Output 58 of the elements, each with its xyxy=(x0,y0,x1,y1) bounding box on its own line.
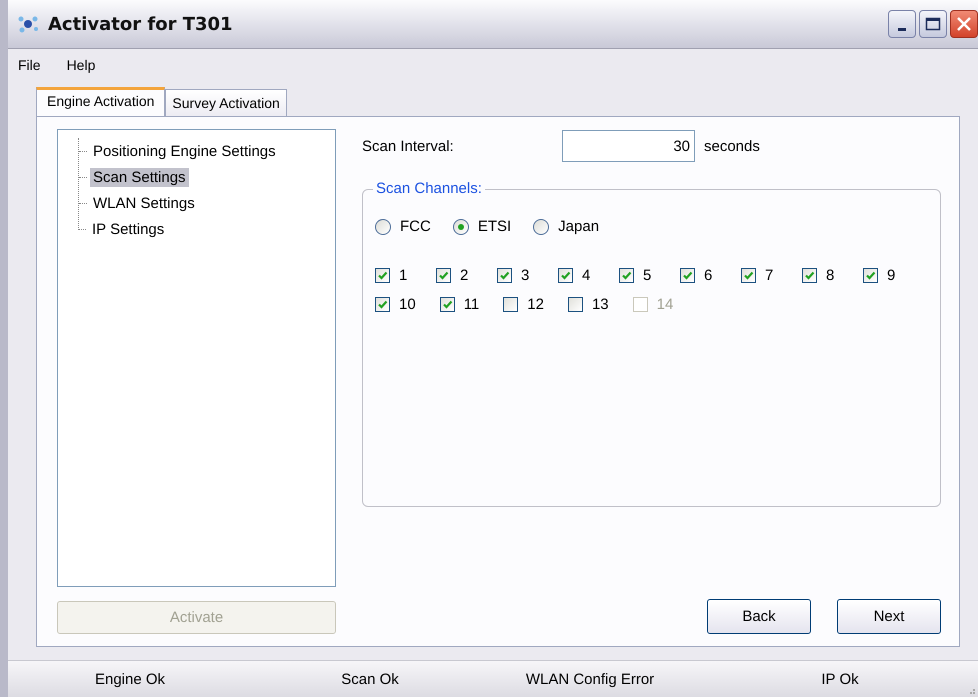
status-text: IP Ok xyxy=(821,670,859,688)
checkbox[interactable] xyxy=(440,297,455,312)
checkbox[interactable] xyxy=(497,268,512,283)
checkbox-label: 3 xyxy=(521,267,530,284)
field-label: Scan Interval: xyxy=(362,138,455,154)
checkbox-label: 2 xyxy=(460,267,470,284)
molecule-icon xyxy=(18,15,40,33)
status-text: Scan Ok xyxy=(341,670,399,688)
nav-button[interactable]: Next xyxy=(837,599,941,634)
minimize-icon xyxy=(898,28,906,30)
status-text: WLAN Config Error xyxy=(526,670,654,688)
checkbox-label: 13 xyxy=(592,296,609,313)
radio-label: ETSI xyxy=(478,218,512,235)
checkbox-label: 1 xyxy=(399,267,408,284)
checkbox[interactable] xyxy=(619,268,634,283)
status-text: Engine Ok xyxy=(94,670,166,688)
window-title: Activator for T301 xyxy=(48,14,234,34)
radio-label: Japan xyxy=(558,218,600,235)
checkbox[interactable] xyxy=(436,268,451,283)
checkbox[interactable] xyxy=(568,297,583,312)
checkbox-label: 12 xyxy=(527,296,544,313)
tree-item[interactable]: IP Settings xyxy=(89,220,168,238)
unit-label: seconds xyxy=(704,138,760,154)
checkbox-label: 8 xyxy=(826,267,836,284)
close-icon xyxy=(956,16,972,32)
checkbox[interactable] xyxy=(802,268,817,283)
tree-item[interactable]: Scan Settings xyxy=(90,168,189,186)
minimize-button[interactable] xyxy=(888,10,916,38)
tree-item[interactable]: WLAN Settings xyxy=(90,194,198,212)
checkbox-label: 5 xyxy=(643,267,652,284)
radio-button[interactable] xyxy=(375,218,391,234)
maximize-button[interactable] xyxy=(919,10,947,38)
nav-button[interactable]: Back xyxy=(707,599,811,634)
checkbox-label: 14 xyxy=(656,296,674,313)
checkbox[interactable] xyxy=(375,268,390,283)
checkbox[interactable] xyxy=(375,297,390,312)
checkbox-label: 7 xyxy=(765,267,774,284)
radio-label: FCC xyxy=(400,218,431,235)
radio-button[interactable] xyxy=(533,218,550,234)
radio-button[interactable] xyxy=(452,218,469,234)
tab[interactable]: Survey Activation xyxy=(165,89,287,116)
checkbox-label: 9 xyxy=(887,267,896,284)
close-button[interactable] xyxy=(950,10,978,38)
checkbox-label: 4 xyxy=(582,267,592,284)
checkbox[interactable] xyxy=(741,268,756,283)
checkbox-label: 10 xyxy=(399,296,416,313)
checkbox[interactable] xyxy=(863,268,878,283)
checkbox[interactable] xyxy=(680,268,695,283)
input-field[interactable]: 30 xyxy=(562,130,695,162)
tab[interactable]: Engine Activation xyxy=(36,87,166,117)
checkbox[interactable] xyxy=(558,268,573,283)
menu-item[interactable]: File xyxy=(18,57,41,73)
menu-item[interactable]: Help xyxy=(66,57,96,73)
tree-item[interactable]: Positioning Engine Settings xyxy=(90,142,279,160)
checkbox-label: 6 xyxy=(704,267,714,284)
checkbox[interactable] xyxy=(503,297,518,312)
checkbox-label: 11 xyxy=(464,296,480,313)
maximize-icon xyxy=(925,17,941,31)
